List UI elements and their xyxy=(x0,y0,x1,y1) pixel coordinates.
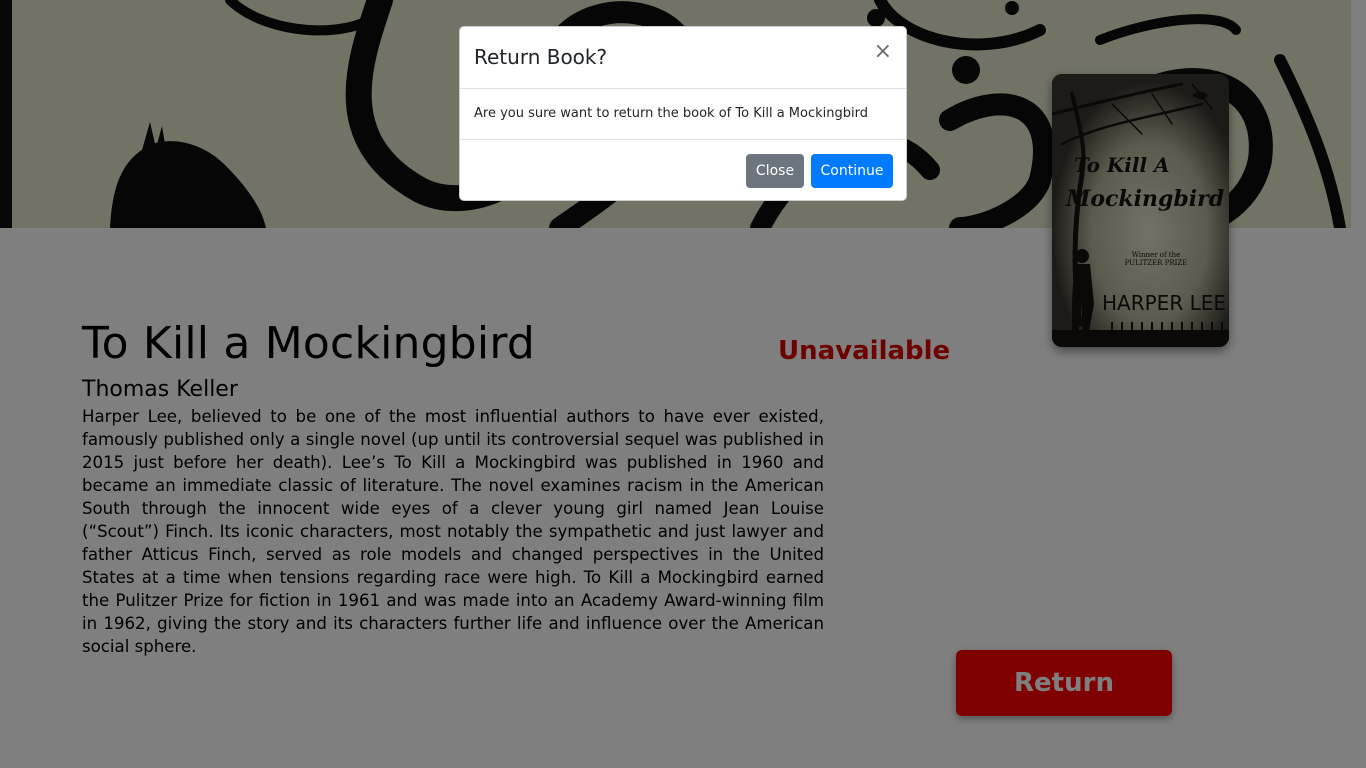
close-icon[interactable]: × xyxy=(874,41,892,63)
return-book-modal: Return Book? × Are you sure want to retu… xyxy=(459,26,907,201)
modal-message: Are you sure want to return the book of … xyxy=(474,106,868,121)
modal-header: Return Book? × xyxy=(460,27,906,89)
continue-button[interactable]: Continue xyxy=(811,154,893,188)
close-button[interactable]: Close xyxy=(746,154,804,188)
modal-footer: Close Continue xyxy=(460,139,906,201)
modal-title: Return Book? xyxy=(474,45,608,69)
